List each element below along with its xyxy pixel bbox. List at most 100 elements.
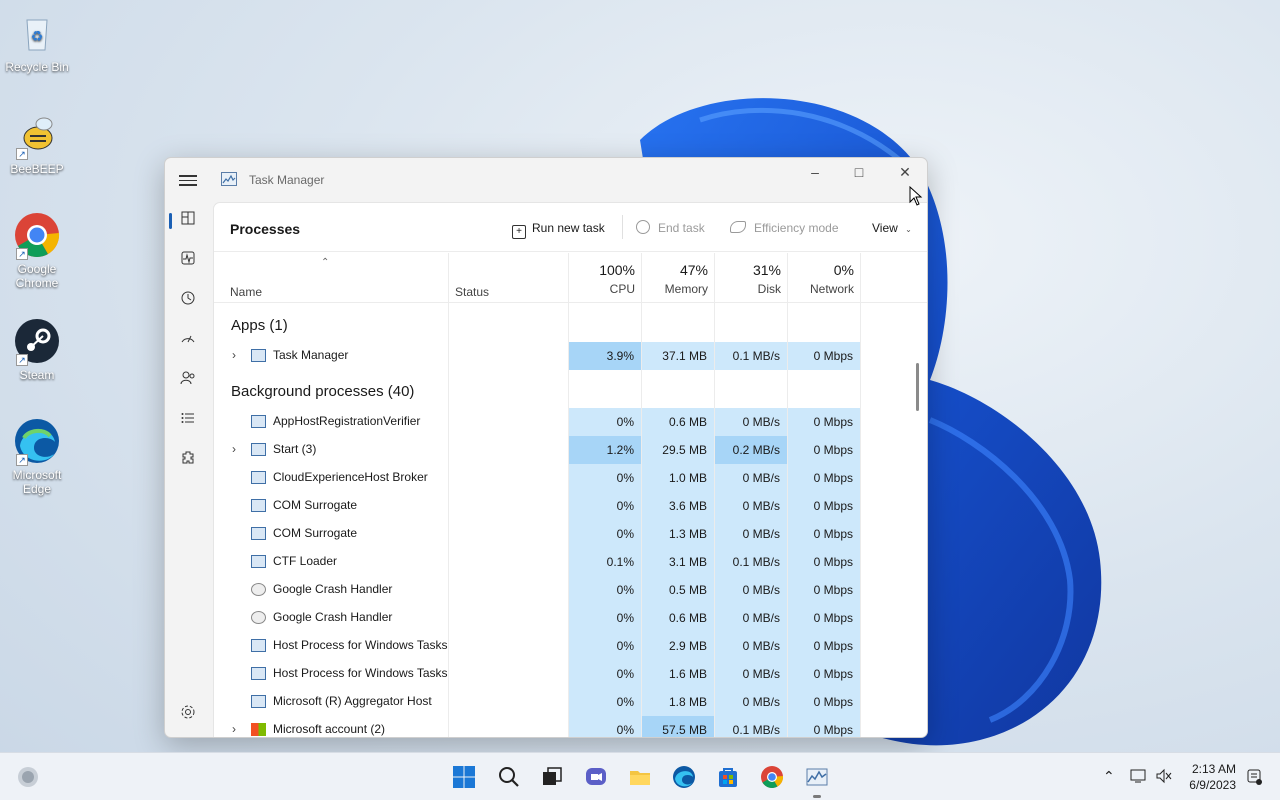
sort-up-icon[interactable]: ⌃ — [321, 257, 329, 268]
details-icon[interactable] — [177, 410, 199, 432]
edge-taskbar-icon[interactable] — [672, 765, 696, 789]
process-row[interactable]: COM Surrogate 0% 3.6 MB 0 MB/s 0 Mbps — [214, 492, 914, 520]
window-title: Task Manager — [249, 173, 325, 187]
desktop-icon-edge[interactable]: ↗ Microsoft Edge — [0, 418, 74, 496]
network-value: 0 Mbps — [788, 688, 860, 716]
chevron-right-icon[interactable]: › — [232, 348, 236, 362]
column-cpu[interactable]: 100% CPU — [569, 262, 635, 296]
window-process-icon — [251, 639, 266, 652]
startup-apps-icon[interactable] — [177, 330, 199, 352]
edge-icon: ↗ — [14, 418, 60, 466]
cpu-value: 1.2% — [569, 436, 641, 464]
cpu-value: 0% — [569, 688, 641, 716]
process-row[interactable]: › Microsoft account (2) 0% 57.5 MB 0.1 M… — [214, 716, 914, 737]
cpu-value: 0% — [569, 576, 641, 604]
process-row[interactable]: Host Process for Windows Tasks 0% 2.9 MB… — [214, 632, 914, 660]
view-dropdown[interactable]: View ⌄ — [872, 219, 912, 237]
process-row[interactable]: Google Crash Handler 0% 0.5 MB 0 MB/s 0 … — [214, 576, 914, 604]
side-navigation — [165, 202, 213, 737]
disk-value: 0 MB/s — [715, 520, 787, 548]
maximize-button[interactable]: □ — [836, 158, 882, 188]
disk-value: 0 MB/s — [715, 604, 787, 632]
process-name: Host Process for Windows Tasks — [273, 638, 448, 652]
chrome-taskbar-icon[interactable] — [760, 765, 784, 789]
processes-icon[interactable] — [177, 210, 199, 232]
column-memory[interactable]: 47% Memory — [642, 262, 708, 296]
disk-total: 31% — [752, 262, 781, 278]
cpu-value: 0% — [569, 408, 641, 436]
column-disk[interactable]: 31% Disk — [715, 262, 781, 296]
leaf-icon — [730, 221, 746, 233]
widgets-icon[interactable] — [16, 765, 40, 789]
memory-value: 0.6 MB — [642, 604, 714, 632]
cpu-value: 0% — [569, 492, 641, 520]
process-row[interactable]: › Task Manager 3.9% 37.1 MB 0.1 MB/s 0 M… — [214, 342, 914, 370]
network-icon[interactable] — [1130, 768, 1148, 787]
disk-value: 0 MB/s — [715, 632, 787, 660]
network-value: 0 Mbps — [788, 604, 860, 632]
chevron-right-icon[interactable]: › — [232, 722, 236, 736]
steam-icon: ↗ — [14, 318, 60, 366]
close-button[interactable]: ✕ — [882, 158, 927, 188]
cpu-label: CPU — [609, 282, 635, 296]
app-history-icon[interactable] — [177, 290, 199, 312]
desktop-icon-label: Recycle Bin — [5, 60, 69, 74]
notification-icon[interactable] — [1246, 768, 1262, 789]
store-icon[interactable] — [716, 765, 740, 789]
start-button-icon[interactable] — [452, 765, 476, 789]
disk-value: 0 MB/s — [715, 492, 787, 520]
process-row[interactable]: Google Crash Handler 0% 0.6 MB 0 MB/s 0 … — [214, 604, 914, 632]
disk-value: 0.1 MB/s — [715, 548, 787, 576]
settings-icon[interactable] — [177, 704, 199, 726]
taskbar: ⌃ 2:13 AM 6/9/2023 — [0, 752, 1280, 800]
chevron-up-icon[interactable]: ⌃ — [1103, 768, 1115, 785]
column-status[interactable]: Status — [455, 285, 489, 299]
network-value: 0 Mbps — [788, 632, 860, 660]
process-row[interactable]: AppHostRegistrationVerifier 0% 0.6 MB 0 … — [214, 408, 914, 436]
hamburger-menu-icon[interactable] — [179, 172, 197, 188]
run-new-task-button[interactable]: + Run new task — [512, 219, 605, 239]
desktop-icon-steam[interactable]: ↗ Steam — [0, 318, 74, 382]
end-task-button[interactable]: End task — [636, 219, 705, 237]
task-manager-taskbar-icon[interactable] — [805, 765, 829, 789]
process-row[interactable]: Microsoft (R) Aggregator Host 0% 1.8 MB … — [214, 688, 914, 716]
desktop-icon-chrome[interactable]: ↗ Google Chrome — [0, 212, 74, 290]
window-process-icon — [251, 499, 266, 512]
services-icon[interactable] — [177, 450, 199, 472]
task-view-icon[interactable] — [540, 765, 564, 789]
network-value: 0 Mbps — [788, 492, 860, 520]
column-name[interactable]: Name — [230, 285, 262, 299]
desktop-icon-label: Microsoft Edge — [12, 468, 62, 496]
recycle-bin-icon: ♻ — [14, 10, 60, 56]
process-row[interactable]: COM Surrogate 0% 1.3 MB 0 MB/s 0 Mbps — [214, 520, 914, 548]
vertical-scrollbar[interactable] — [916, 363, 919, 411]
search-icon[interactable] — [497, 765, 521, 789]
process-row[interactable]: Host Process for Windows Tasks 0% 1.6 MB… — [214, 660, 914, 688]
users-icon[interactable] — [177, 370, 199, 392]
system-clock[interactable]: 2:13 AM 6/9/2023 — [1189, 761, 1236, 793]
chat-icon[interactable] — [584, 765, 608, 789]
process-name: CTF Loader — [273, 554, 338, 568]
process-row[interactable]: CTF Loader 0.1% 3.1 MB 0.1 MB/s 0 Mbps — [214, 548, 914, 576]
network-value: 0 Mbps — [788, 436, 860, 464]
task-manager-process-icon — [251, 349, 266, 362]
cpu-value: 0% — [569, 716, 641, 737]
file-explorer-icon[interactable] — [628, 765, 652, 789]
title-bar[interactable]: Task Manager – □ ✕ — [165, 158, 927, 202]
page-title: Processes — [230, 221, 301, 237]
volume-muted-icon[interactable] — [1155, 768, 1173, 787]
process-row[interactable]: › Start (3) 1.2% 29.5 MB 0.2 MB/s 0 Mbps — [214, 436, 914, 464]
minimize-button[interactable]: – — [792, 158, 838, 188]
desktop-icon-beebeep[interactable]: ↗ BeeBEEP — [0, 112, 74, 176]
performance-icon[interactable] — [177, 250, 199, 272]
memory-value: 1.6 MB — [642, 660, 714, 688]
process-row[interactable]: CloudExperienceHost Broker 0% 1.0 MB 0 M… — [214, 464, 914, 492]
process-name: CloudExperienceHost Broker — [273, 470, 428, 484]
desktop-icon-recycle-bin[interactable]: ♻ Recycle Bin — [0, 10, 74, 74]
network-label: Network — [809, 282, 854, 296]
column-network[interactable]: 0% Network — [788, 262, 854, 296]
efficiency-mode-button[interactable]: Efficiency mode — [730, 219, 839, 237]
chevron-right-icon[interactable]: › — [232, 442, 236, 456]
run-new-task-label: Run new task — [532, 221, 605, 235]
group-header-apps: Apps (1) — [231, 317, 288, 334]
